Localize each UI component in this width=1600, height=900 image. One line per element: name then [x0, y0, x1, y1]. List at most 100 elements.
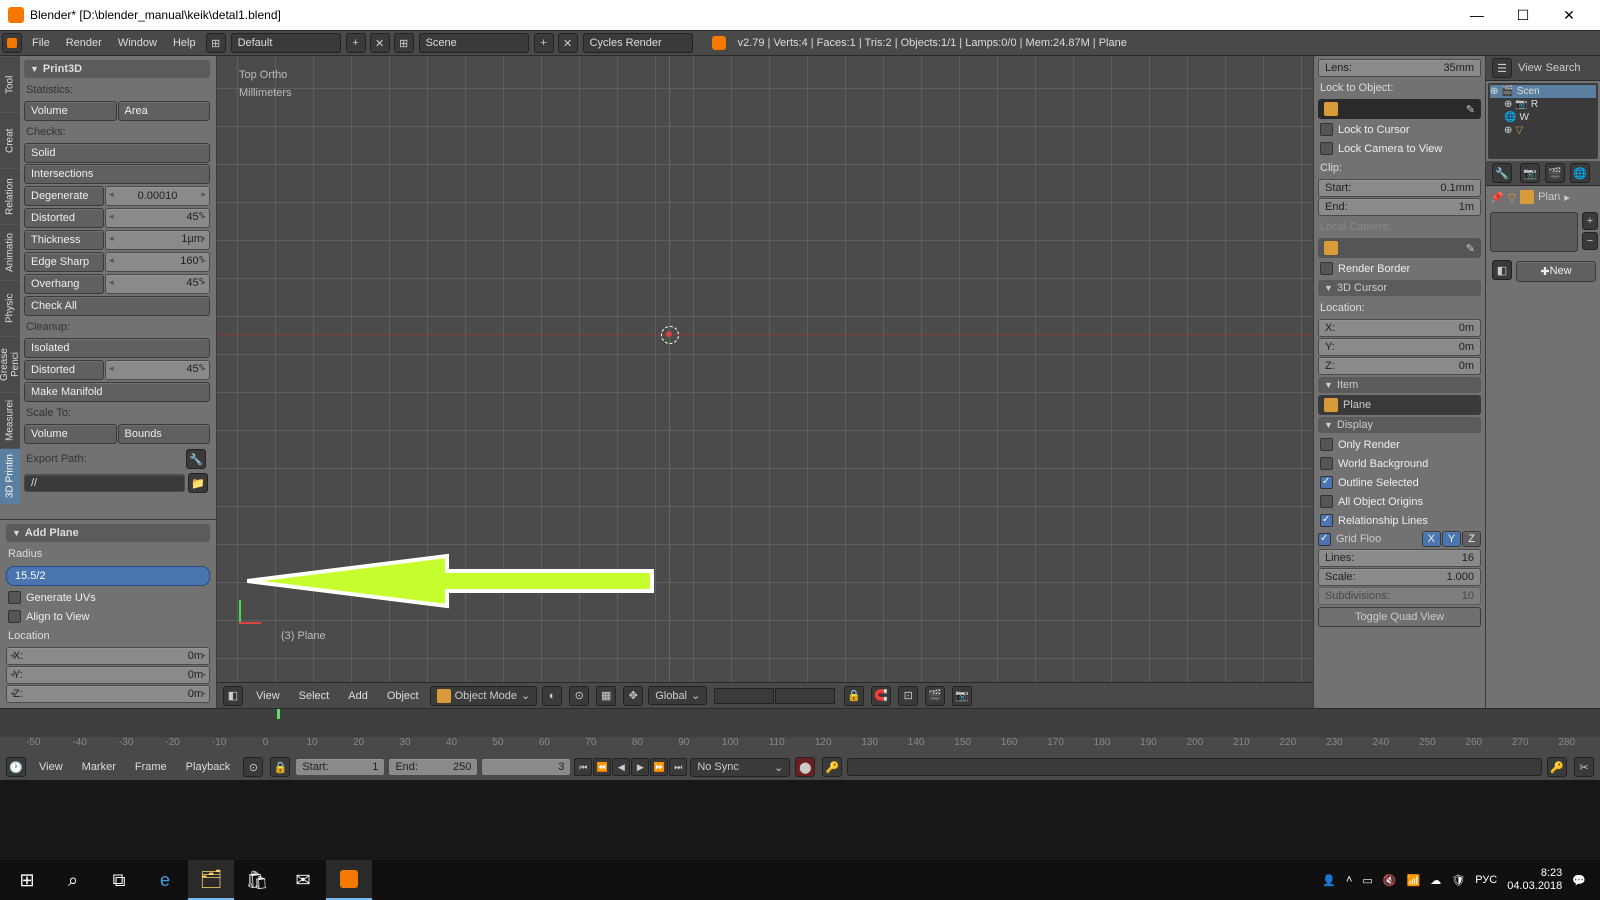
- del-scene-icon[interactable]: ✕: [558, 33, 578, 53]
- menu-file[interactable]: File: [24, 37, 58, 49]
- keyframe-next-icon[interactable]: ⏩: [650, 758, 668, 776]
- tab-animation[interactable]: Animatio: [0, 224, 20, 280]
- render-engine-selector[interactable]: Cycles Render: [583, 33, 693, 53]
- grid-x[interactable]: X: [1422, 531, 1441, 547]
- layers-icon[interactable]: ▦: [596, 686, 616, 706]
- edge-icon[interactable]: e: [142, 860, 188, 900]
- datablock-icon[interactable]: ◧: [1492, 260, 1512, 280]
- tab-grease-pencil[interactable]: Grease Penci: [0, 336, 20, 392]
- volume-button[interactable]: Volume: [24, 101, 117, 121]
- clock-time[interactable]: 8:23: [1507, 867, 1562, 880]
- outliner-search-menu[interactable]: Search: [1546, 62, 1581, 74]
- grid-lines[interactable]: Lines:16: [1318, 549, 1481, 567]
- outliner-view-menu[interactable]: View: [1518, 62, 1542, 74]
- mail-icon[interactable]: ✉: [280, 860, 326, 900]
- clip-start[interactable]: Start:0.1mm: [1318, 179, 1481, 197]
- lock-time-icon[interactable]: 🔒: [270, 757, 290, 777]
- search-icon[interactable]: ⌕: [50, 860, 96, 900]
- people-icon[interactable]: 👤: [1322, 874, 1336, 887]
- back-to-prev-icon[interactable]: ⊞: [206, 33, 226, 53]
- distorted2-button[interactable]: Distorted: [24, 360, 104, 380]
- export-path-field[interactable]: //: [24, 474, 185, 492]
- range-icon[interactable]: ⊙: [243, 757, 263, 777]
- lock-camera-check[interactable]: Lock Camera to View: [1318, 139, 1481, 158]
- manipulator-icon[interactable]: ✥: [623, 686, 643, 706]
- screen-layout-selector[interactable]: Default: [231, 33, 341, 53]
- lens-field[interactable]: Lens:35mm: [1318, 59, 1481, 77]
- world-bg-check[interactable]: World Background: [1318, 454, 1481, 473]
- snap-icon[interactable]: 🧲: [871, 686, 891, 706]
- grid-scale[interactable]: Scale:1.000: [1318, 568, 1481, 586]
- add-scene-icon[interactable]: +: [534, 33, 554, 53]
- rel-lines-check[interactable]: Relationship Lines: [1318, 511, 1481, 530]
- cursor-x[interactable]: X:0m: [1318, 319, 1481, 337]
- language-indicator[interactable]: РУС: [1475, 874, 1497, 886]
- loc-z[interactable]: ◂Z:0m▸: [6, 685, 210, 703]
- degenerate-value[interactable]: ◂0.00010▸: [105, 186, 210, 206]
- sync-selector[interactable]: No Sync⌄: [690, 758, 790, 777]
- clip-end[interactable]: End:1m: [1318, 198, 1481, 216]
- ctx-world-icon[interactable]: 🌐: [1570, 163, 1590, 183]
- add-layout-icon[interactable]: +: [346, 33, 366, 53]
- play-icon[interactable]: ▶: [631, 758, 649, 776]
- tab-3d-print[interactable]: 3D Printin: [0, 448, 20, 504]
- menu-render[interactable]: Render: [58, 37, 110, 49]
- shading-icon[interactable]: ◐: [542, 686, 562, 706]
- edgesharp-button[interactable]: Edge Sharp: [24, 252, 104, 272]
- distorted-button[interactable]: Distorted: [24, 208, 104, 228]
- jump-end-icon[interactable]: ⏭: [669, 758, 687, 776]
- jump-start-icon[interactable]: ⏮: [574, 758, 592, 776]
- notifications-icon[interactable]: 💬: [1572, 874, 1586, 887]
- zoom-in-icon[interactable]: +: [1582, 212, 1598, 230]
- 3d-select-menu[interactable]: Select: [291, 690, 338, 702]
- scale-bounds-button[interactable]: Bounds: [118, 424, 211, 444]
- item-name-field[interactable]: Plane: [1318, 395, 1481, 415]
- align-view-check[interactable]: Align to View: [6, 607, 210, 626]
- loc-x[interactable]: ◂X:0m▸: [6, 647, 210, 665]
- scene-browse-icon[interactable]: ⊞: [394, 33, 414, 53]
- orientation-selector[interactable]: Global⌄: [648, 686, 707, 705]
- solid-button[interactable]: Solid: [24, 143, 210, 163]
- layer-buttons[interactable]: [714, 688, 835, 704]
- render-preview-icon[interactable]: 🎬: [925, 686, 945, 706]
- edgesharp-value[interactable]: ◂160°▸: [105, 252, 210, 272]
- zoom-out-icon[interactable]: −: [1582, 232, 1598, 250]
- frame-start[interactable]: Start:1: [295, 758, 385, 776]
- ctx-render-icon[interactable]: 📷: [1520, 163, 1540, 183]
- distorted-value[interactable]: ◂45°▸: [105, 208, 210, 228]
- folder-icon[interactable]: 📁: [188, 473, 208, 493]
- breadcrumb[interactable]: Plan: [1538, 191, 1560, 203]
- tab-create[interactable]: Creat: [0, 112, 20, 168]
- store-icon[interactable]: 🛍: [234, 860, 280, 900]
- blender-icon[interactable]: [2, 33, 22, 53]
- del-layout-icon[interactable]: ✕: [370, 33, 390, 53]
- grid-y[interactable]: Y: [1442, 531, 1461, 547]
- pin-icon[interactable]: 📌: [1490, 191, 1504, 204]
- tab-relations[interactable]: Relation: [0, 168, 20, 224]
- cursor-y[interactable]: Y:0m: [1318, 338, 1481, 356]
- new-button[interactable]: ✚ New: [1516, 261, 1596, 282]
- blender-task-icon[interactable]: [326, 860, 372, 900]
- 3d-view-menu[interactable]: View: [248, 690, 288, 702]
- tl-marker-menu[interactable]: Marker: [74, 761, 124, 773]
- outliner-type-icon[interactable]: ☰: [1492, 58, 1512, 78]
- tl-frame-menu[interactable]: Frame: [127, 761, 175, 773]
- play-rev-icon[interactable]: ◀: [612, 758, 630, 776]
- scene-selector[interactable]: Scene: [419, 33, 529, 53]
- print3d-panel-header[interactable]: ▼Print3D: [24, 60, 210, 78]
- start-button[interactable]: ⊞: [4, 860, 50, 900]
- lock-object-field[interactable]: ✎: [1318, 99, 1481, 119]
- outline-check[interactable]: Outline Selected: [1318, 473, 1481, 492]
- mode-selector[interactable]: Object Mode⌄: [430, 686, 538, 706]
- overhang-button[interactable]: Overhang: [24, 274, 104, 294]
- thickness-value[interactable]: ◂1µm▸: [105, 230, 210, 250]
- menu-window[interactable]: Window: [110, 37, 165, 49]
- explorer-icon[interactable]: 🗂: [188, 860, 234, 900]
- volume-icon[interactable]: 🔇: [1383, 874, 1397, 887]
- degenerate-button[interactable]: Degenerate: [24, 186, 104, 206]
- keying-set-field[interactable]: [847, 758, 1542, 776]
- tab-tools[interactable]: Tool: [0, 56, 20, 112]
- intersections-button[interactable]: Intersections: [24, 164, 210, 184]
- wifi-icon[interactable]: 📶: [1407, 874, 1421, 887]
- tl-view-menu[interactable]: View: [31, 761, 71, 773]
